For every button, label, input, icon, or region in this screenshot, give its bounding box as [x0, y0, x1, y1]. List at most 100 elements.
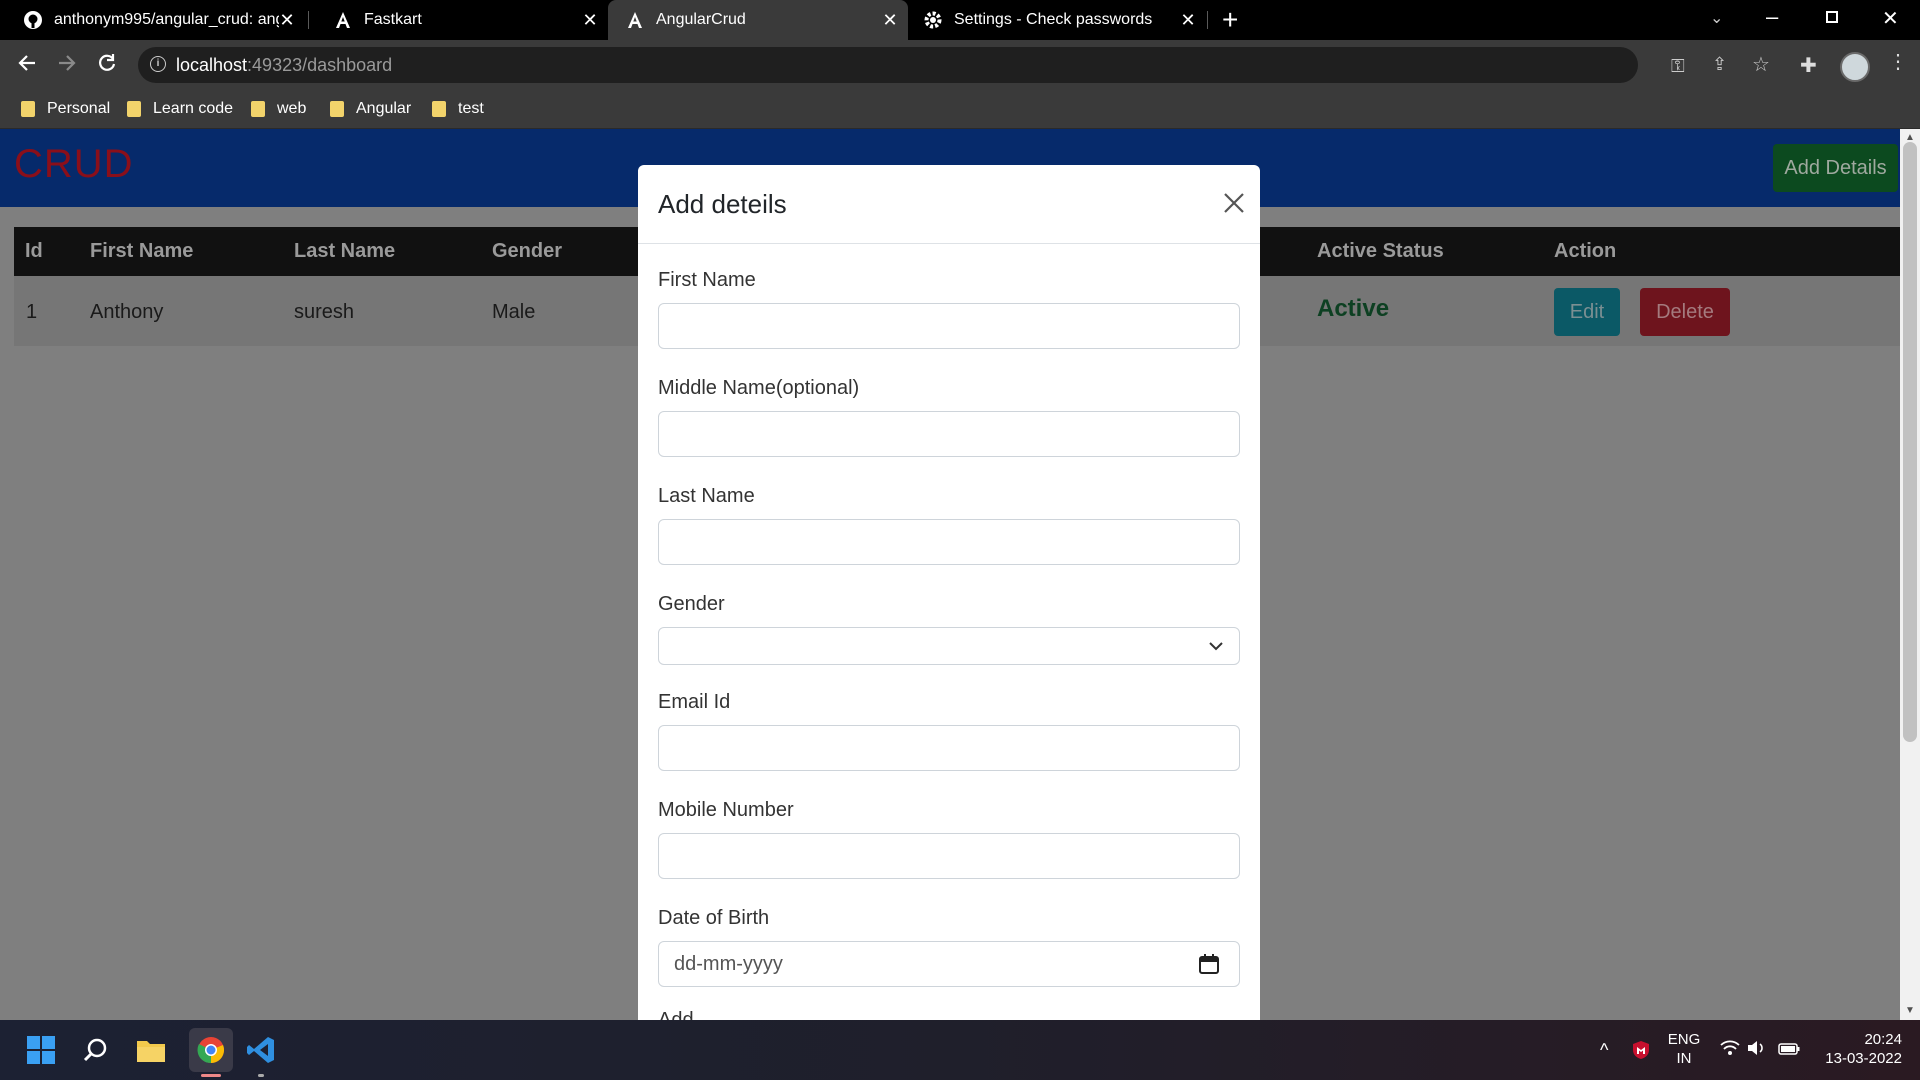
last-name-input[interactable]	[658, 519, 1240, 565]
cell-first-name: Anthony	[90, 301, 164, 323]
forward-icon[interactable]	[56, 52, 78, 79]
tab-divider	[1207, 11, 1208, 29]
restore-icon[interactable]	[1826, 11, 1838, 23]
close-icon[interactable]	[1216, 185, 1252, 221]
bookmark-label: test	[458, 100, 484, 117]
cell-last-name: suresh	[294, 301, 355, 323]
scroll-down-icon[interactable]: ▼	[1900, 1004, 1920, 1018]
bookmark-label: Angular	[356, 100, 412, 117]
bookmark-label: Learn code	[153, 100, 234, 117]
site-info-icon[interactable]: i	[150, 56, 166, 72]
tab-github[interactable]: anthonym995/angular_crud: angu ✕	[0, 0, 305, 40]
column-header-active-status: Active Status	[1317, 240, 1444, 262]
tab-label: Fastkart	[364, 11, 422, 28]
gender-select[interactable]	[658, 627, 1240, 665]
middle-name-label: Middle Name(optional)	[658, 377, 860, 399]
last-name-label: Last Name	[658, 485, 755, 507]
bookmark-star-icon[interactable]: ☆	[1752, 52, 1770, 77]
url-path: :49323/dashboard	[247, 55, 393, 75]
mobile-label: Mobile Number	[658, 799, 794, 821]
language-region: IN	[1676, 1050, 1692, 1067]
bookmark-test[interactable]: test	[432, 97, 484, 121]
key-icon[interactable]: ⚿	[1671, 56, 1685, 77]
gear-icon	[922, 10, 944, 30]
language-indicator[interactable]: ENG IN	[1664, 1030, 1704, 1068]
tab-search-icon[interactable]: ⌄	[1710, 8, 1723, 28]
brand-logo[interactable]: CRUD	[14, 142, 134, 187]
tab-divider	[308, 11, 309, 29]
bookmark-learn-code[interactable]: Learn code	[127, 97, 233, 121]
angular-icon	[624, 11, 646, 29]
windows-start-icon[interactable]	[21, 1030, 61, 1070]
chrome-icon[interactable]	[189, 1028, 233, 1072]
clock-time: 20:24	[1864, 1031, 1902, 1048]
column-header-action: Action	[1554, 240, 1617, 262]
bookmark-label: web	[277, 100, 307, 117]
middle-name-input[interactable]	[658, 411, 1240, 457]
clock-date: 13-03-2022	[1825, 1050, 1902, 1067]
tab-label: anthonym995/angular_crud: angu	[54, 11, 279, 28]
calendar-icon[interactable]	[1198, 953, 1220, 980]
folder-icon	[330, 101, 344, 117]
bookmark-angular[interactable]: Angular	[330, 97, 411, 121]
tab-fastkart[interactable]: Fastkart ✕	[310, 0, 608, 40]
first-name-input[interactable]	[658, 303, 1240, 349]
share-icon[interactable]: ⇪	[1712, 54, 1727, 75]
add-details-button[interactable]: Add Details	[1773, 144, 1898, 192]
tray-chevron-up-icon[interactable]: ^	[1600, 1040, 1608, 1061]
back-icon[interactable]	[16, 52, 38, 79]
status-badge: Active	[1317, 295, 1390, 322]
edit-button[interactable]: Edit	[1554, 288, 1620, 336]
search-icon[interactable]	[76, 1030, 116, 1070]
reload-icon[interactable]	[96, 52, 118, 79]
mobile-input[interactable]	[658, 833, 1240, 879]
folder-icon	[251, 101, 265, 117]
first-name-label: First Name	[658, 269, 756, 291]
close-icon[interactable]: ✕	[1180, 10, 1196, 31]
volume-icon[interactable]	[1747, 1040, 1767, 1061]
delete-button[interactable]: Delete	[1640, 288, 1730, 336]
column-header-last-name: Last Name	[294, 240, 396, 262]
column-header-first-name: First Name	[90, 240, 194, 262]
close-icon[interactable]: ✕	[582, 10, 598, 31]
add-details-modal: Add deteils First Name Middle Name(optio…	[638, 165, 1260, 1020]
column-header-id: Id	[25, 240, 43, 262]
language-code: ENG	[1667, 1031, 1701, 1048]
file-explorer-icon[interactable]	[131, 1030, 171, 1070]
cell-gender: Male	[492, 301, 536, 323]
vscode-icon[interactable]	[241, 1030, 281, 1070]
github-icon	[22, 10, 44, 30]
tab-angularcrud[interactable]: AngularCrud ✕	[608, 0, 908, 40]
bookmark-personal[interactable]: Personal	[21, 97, 110, 121]
tab-label: Settings - Check passwords	[954, 11, 1153, 28]
battery-icon[interactable]	[1778, 1042, 1800, 1060]
bookmark-web[interactable]: web	[251, 97, 306, 121]
address-label-partial: Add	[658, 1009, 694, 1020]
clock[interactable]: 20:24 13-03-2022	[1812, 1030, 1902, 1068]
window-close-icon[interactable]: ✕	[1882, 6, 1899, 31]
modal-title: Add deteils	[658, 189, 787, 219]
url-host: localhost	[176, 55, 248, 75]
email-input[interactable]	[658, 725, 1240, 771]
chevron-down-icon	[1208, 638, 1224, 659]
minimize-icon[interactable]: –	[1766, 4, 1786, 30]
gender-label: Gender	[658, 593, 725, 615]
angular-icon	[332, 11, 354, 29]
menu-icon[interactable]: ⋮	[1888, 52, 1908, 72]
scrollbar-thumb[interactable]	[1903, 142, 1917, 742]
url-text: localhost:49323/dashboard	[176, 55, 392, 76]
tab-settings[interactable]: Settings - Check passwords ✕	[908, 0, 1206, 40]
email-label: Email Id	[658, 691, 731, 713]
new-tab-icon[interactable]: +	[1222, 6, 1246, 34]
profile-avatar[interactable]	[1840, 52, 1870, 82]
close-icon[interactable]: ✕	[279, 10, 295, 31]
wifi-icon[interactable]	[1720, 1040, 1740, 1061]
dob-label: Date of Birth	[658, 907, 770, 929]
active-app-indicator	[201, 1074, 221, 1077]
open-app-indicator	[258, 1074, 264, 1077]
bookmark-label: Personal	[47, 100, 111, 117]
mcafee-icon[interactable]	[1632, 1040, 1650, 1065]
dob-placeholder: dd-mm-yyyy	[674, 953, 783, 975]
close-icon[interactable]: ✕	[882, 10, 898, 31]
extensions-icon[interactable]: ✚	[1800, 53, 1817, 78]
